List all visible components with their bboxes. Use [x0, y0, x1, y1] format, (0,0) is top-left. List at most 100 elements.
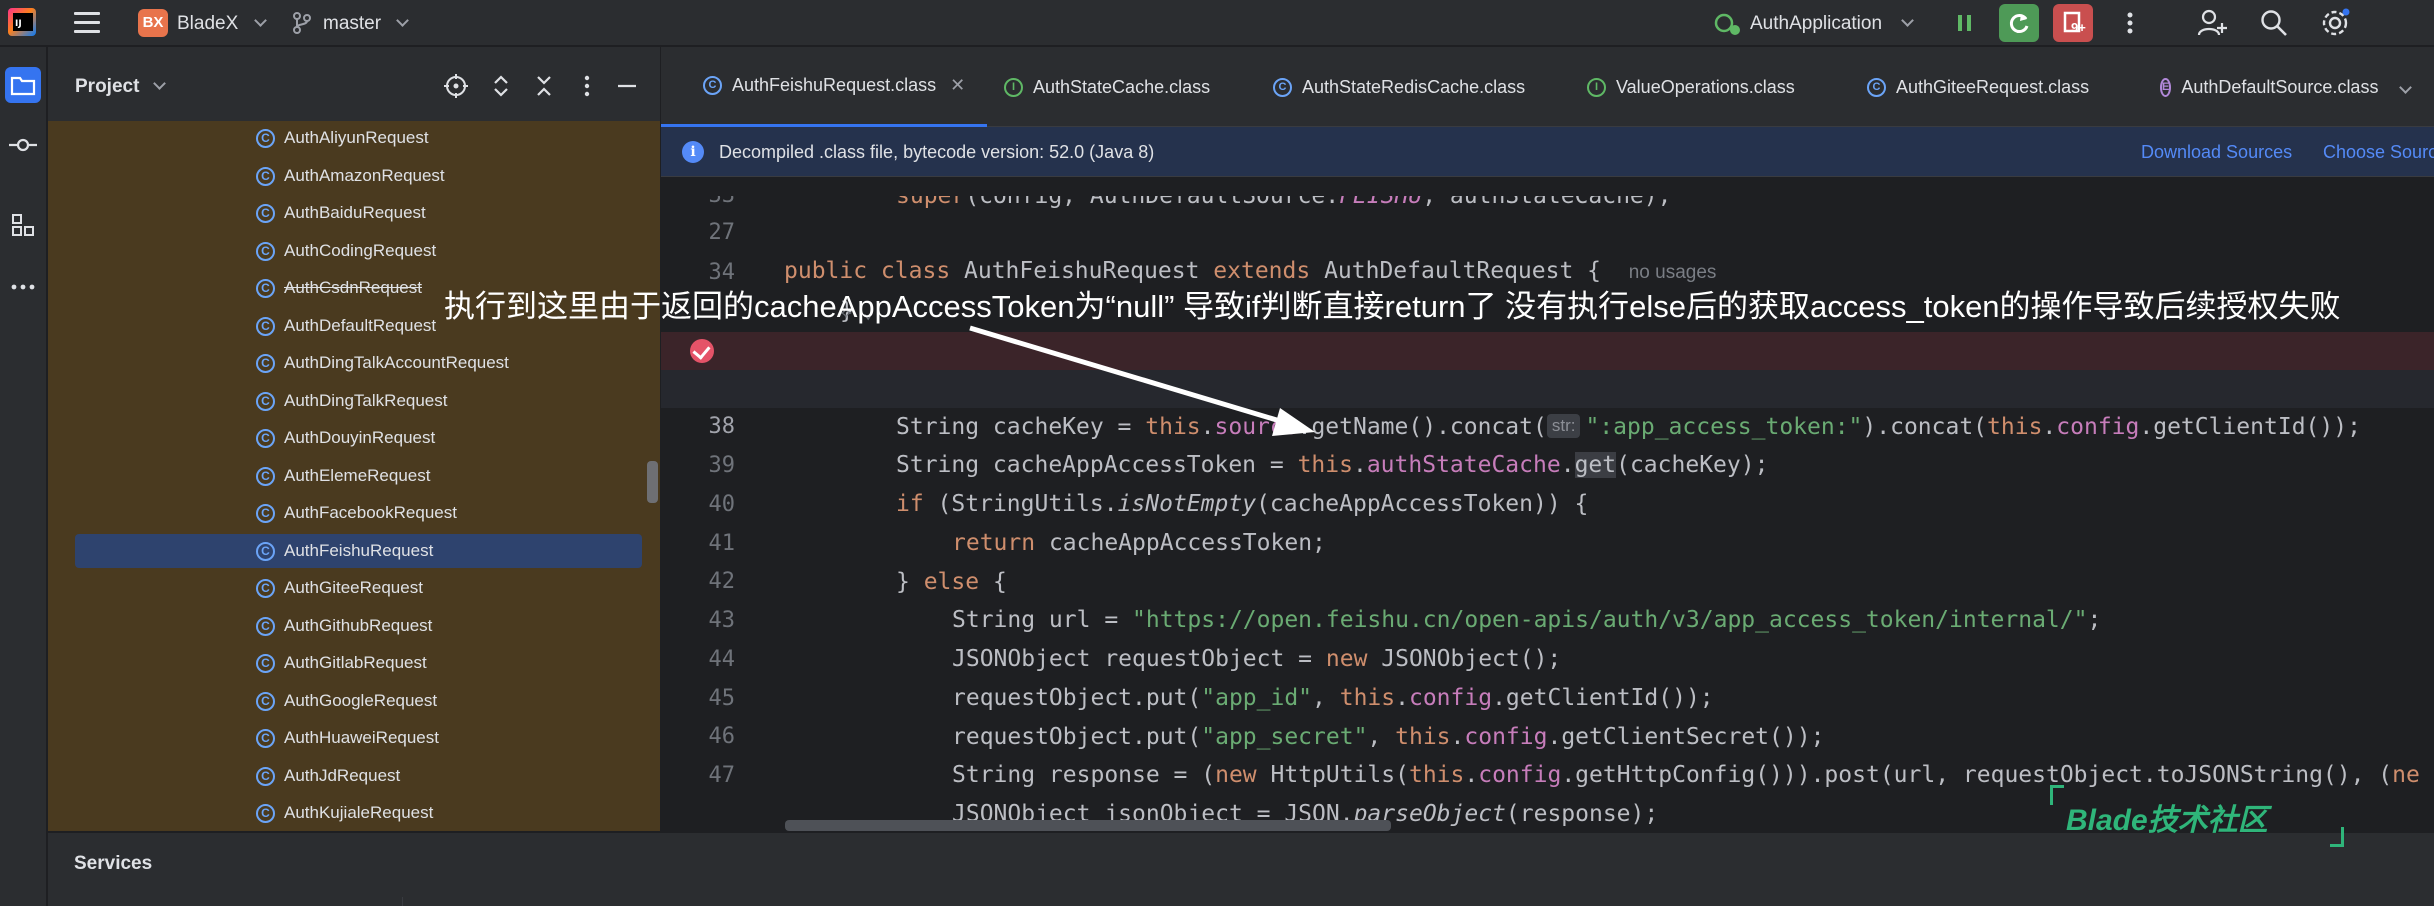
tab-list-button[interactable]	[2399, 79, 2412, 97]
collapse-all-button[interactable]	[531, 73, 557, 99]
code-line-current: 38 String cacheAppAccessToken = this.aut…	[661, 370, 2434, 478]
banner-text: Decompiled .class file, bytecode version…	[719, 142, 1155, 162]
project-panel: Project C AuthAliyunRequest C AuthAmazonReq…	[48, 47, 660, 831]
tree-item[interactable]: C AuthJdRequest	[48, 759, 648, 793]
updates-button[interactable]: 9+	[2053, 4, 2093, 42]
locate-file-button[interactable]	[443, 73, 469, 99]
tab-valueoperations[interactable]: I ValueOperations.class	[1587, 47, 1795, 127]
tree-item-label: AuthKujialeRequest	[284, 803, 434, 822]
tool-window-strip	[0, 47, 47, 906]
more-actions-button[interactable]	[2110, 4, 2150, 42]
add-user-icon	[2197, 9, 2227, 36]
tab-authfeishurequest[interactable]: C AuthFeishuRequest.class ✕	[661, 47, 987, 127]
search-button[interactable]	[2254, 4, 2294, 42]
download-sources-link[interactable]: Download Sources	[2141, 142, 2292, 163]
tree-item[interactable]: C AuthKujialeRequest	[48, 796, 648, 830]
services-title[interactable]: Services	[74, 853, 152, 875]
tree-item[interactable]: C AuthGithubRequest	[48, 609, 648, 643]
tree-item-label: AuthHuaweiRequest	[284, 728, 439, 747]
commit-tool-button[interactable]	[5, 127, 41, 163]
horizontal-scrollbar[interactable]	[785, 820, 1391, 831]
tree-scrollbar[interactable]	[647, 461, 658, 503]
breakpoint-icon[interactable]	[690, 339, 714, 363]
minimize-icon	[618, 84, 636, 88]
class-icon: C	[256, 466, 275, 486]
tree-item[interactable]: C AuthFeishuRequest	[75, 533, 642, 568]
tab-authstateredisscache[interactable]: C AuthStateRedisCache.class	[1273, 47, 1525, 127]
tree-item[interactable]: C AuthDingTalkAccountRequest	[48, 346, 648, 380]
class-icon: C	[256, 316, 275, 336]
services-panel: Services	[48, 832, 2434, 906]
choose-sources-link[interactable]: Choose Sources...	[2323, 142, 2434, 163]
enum-icon: E	[2160, 77, 2172, 97]
class-icon: C	[256, 691, 275, 711]
tree-item[interactable]: C AuthGitlabRequest	[48, 646, 648, 680]
project-panel-title[interactable]: Project	[75, 76, 166, 98]
editor: C AuthFeishuRequest.class ✕ I AuthStateC…	[661, 47, 2434, 831]
target-icon	[444, 74, 468, 98]
class-icon: C	[256, 804, 275, 823]
tab-label: AuthStateRedisCache.class	[1302, 76, 1526, 97]
tree-item[interactable]: C AuthBaiduRequest	[48, 196, 648, 230]
run-configuration-name: AuthApplication	[1750, 13, 1883, 34]
structure-tool-button[interactable]	[5, 207, 41, 243]
hide-panel-button[interactable]	[614, 73, 640, 99]
expand-all-button[interactable]	[488, 73, 514, 99]
rerun-icon	[2009, 14, 2029, 33]
tree-item[interactable]: C AuthCodingRequest	[48, 234, 648, 268]
tree-item[interactable]: C AuthElemeRequest	[48, 459, 648, 493]
tab-authdefaultsource[interactable]: E AuthDefaultSource.class	[2160, 47, 2378, 127]
interface-icon: I	[1587, 77, 1606, 97]
watermark: Blade技术社区	[2066, 804, 2268, 837]
stop-button[interactable]	[1945, 4, 1985, 42]
tree-item-label: AuthGithubRequest	[284, 615, 433, 635]
tree-item[interactable]: C AuthAliyunRequest	[48, 121, 648, 155]
class-icon: C	[256, 391, 275, 411]
tree-item[interactable]: C AuthDingTalkRequest	[48, 384, 648, 418]
more-tools-button[interactable]	[5, 269, 41, 305]
panel-options-button[interactable]	[574, 73, 600, 99]
branch-selector[interactable]: master	[323, 13, 410, 35]
close-icon[interactable]: ✕	[950, 75, 965, 96]
git-branch-icon[interactable]	[292, 12, 312, 34]
editor-tab-bar: C AuthFeishuRequest.class ✕ I AuthStateC…	[661, 47, 2434, 127]
project-tool-button[interactable]	[5, 67, 41, 103]
class-icon: C	[1867, 77, 1886, 97]
code-line: 46 String response = (new HttpUtils(this…	[661, 680, 2434, 788]
class-icon: C	[1273, 77, 1292, 97]
update-count-badge: 9+	[2071, 20, 2086, 35]
decompiled-banner: i Decompiled .class file, bytecode versi…	[661, 127, 2434, 177]
rerun-button[interactable]	[1999, 4, 2039, 42]
intellij-logo-icon[interactable]	[8, 8, 36, 36]
tree-item[interactable]: C AuthGiteeRequest	[48, 571, 648, 605]
tree-item-label: AuthFeishuRequest	[284, 540, 434, 560]
expand-icon	[494, 75, 508, 97]
tab-authstatecache[interactable]: I AuthStateCache.class	[1004, 47, 1210, 127]
chevron-down-icon	[253, 14, 267, 27]
class-icon: C	[256, 429, 275, 448]
code-area[interactable]: 27 public class AuthFeishuRequest extend…	[661, 178, 2434, 831]
branch-name: master	[323, 13, 382, 34]
add-user-button[interactable]	[2192, 4, 2232, 42]
watermark-bracket	[2050, 785, 2064, 805]
collapse-icon	[537, 76, 551, 96]
pause-icon	[1958, 15, 1971, 31]
tree-item-label: AuthGiteeRequest	[284, 578, 423, 597]
settings-button[interactable]	[2315, 4, 2355, 42]
project-selector[interactable]: BladeX	[177, 13, 267, 35]
run-configuration-selector[interactable]: AuthApplication	[1750, 13, 1915, 35]
tree-item-label: AuthAliyunRequest	[284, 128, 429, 147]
code-line: 47 JSONObject jsonObject = JSON.parseObj…	[661, 719, 2434, 827]
project-badge[interactable]: BX	[138, 9, 168, 37]
tree-item[interactable]: C AuthFacebookRequest	[48, 496, 648, 530]
tree-item[interactable]: C AuthHuaweiRequest	[48, 721, 648, 755]
tree-item[interactable]: C AuthDouyinRequest	[48, 421, 648, 455]
tab-authgiteerequest[interactable]: C AuthGiteeRequest.class	[1867, 47, 2089, 127]
main-menu-icon[interactable]	[74, 12, 100, 34]
panel-divider[interactable]	[402, 897, 403, 906]
class-icon: C	[256, 541, 275, 561]
commit-icon	[9, 138, 37, 152]
tree-item[interactable]: C AuthAmazonRequest	[48, 159, 648, 193]
tree-item[interactable]: C AuthGoogleRequest	[48, 684, 648, 718]
class-icon: C	[256, 166, 275, 186]
